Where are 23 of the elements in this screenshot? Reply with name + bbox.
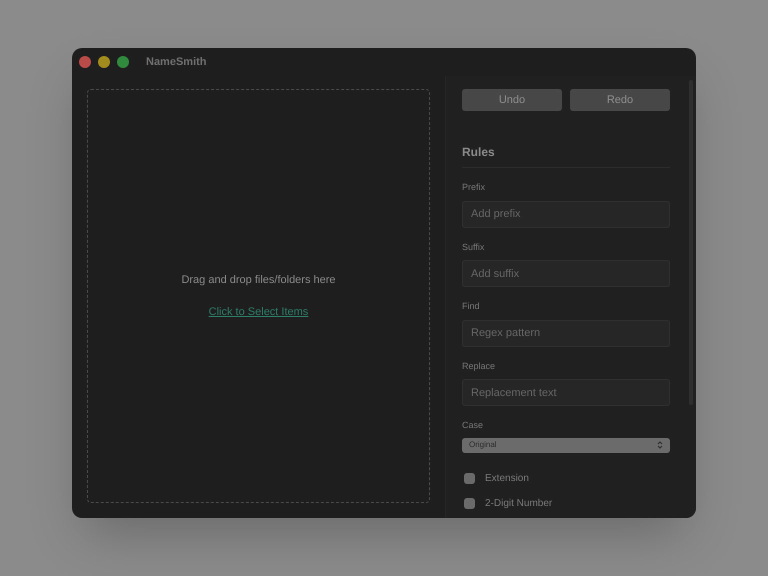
- field-label: Prefix: [462, 181, 486, 194]
- text-field[interactable]: Add suffix: [462, 260, 670, 287]
- case-select[interactable]: Original: [462, 438, 670, 452]
- zoom-icon[interactable]: [117, 56, 129, 68]
- field-label: Suffix: [462, 240, 486, 254]
- drop-zone[interactable]: Drag and drop files/folders here Click to Select Items: [87, 89, 430, 503]
- checkbox[interactable]: [464, 498, 475, 508]
- case-label: Case: [462, 419, 484, 432]
- text-field[interactable]: Add prefix: [462, 200, 670, 228]
- window-title: NameSmith: [146, 54, 207, 70]
- field-label: Replace: [462, 360, 496, 373]
- select-items-link[interactable]: Click to Select Items: [208, 304, 308, 320]
- minimize-icon[interactable]: [98, 56, 110, 68]
- checkbox-label: Extension: [485, 472, 529, 486]
- chevron-updown-icon: [657, 441, 663, 449]
- drop-hint: Drag and drop files/folders here: [181, 272, 336, 288]
- close-icon[interactable]: [79, 56, 91, 68]
- checkbox[interactable]: [464, 472, 475, 484]
- checkbox-label: 2-Digit Number: [485, 496, 552, 510]
- field-label: Find: [462, 300, 481, 313]
- text-field[interactable]: Regex pattern: [462, 320, 670, 346]
- text-field[interactable]: Replacement text: [462, 379, 670, 406]
- rules-heading: Rules: [462, 143, 670, 168]
